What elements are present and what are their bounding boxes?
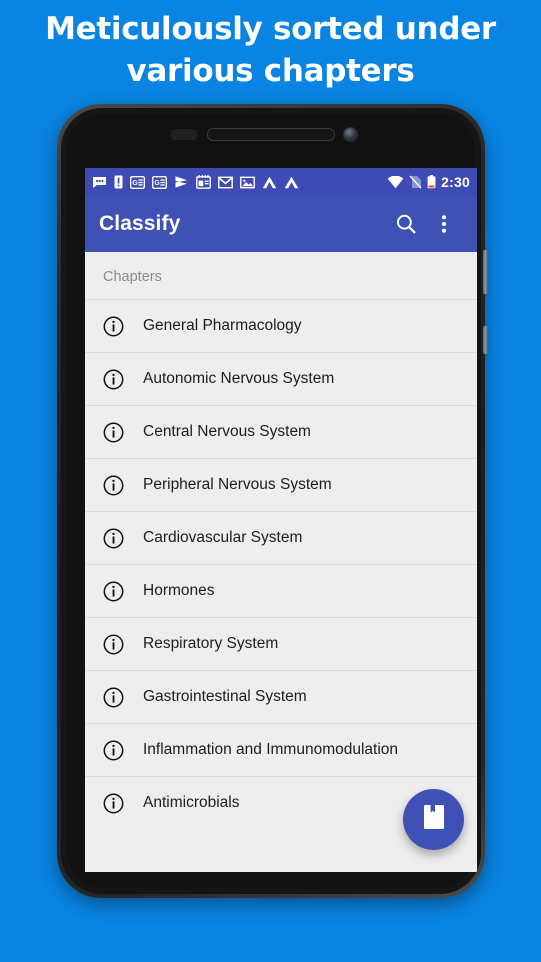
list-item[interactable]: Respiratory System [85,617,477,670]
chapter-list-container: Chapters General Pharmacology Autonomic … [85,252,477,872]
svg-text:G: G [132,180,138,187]
front-camera-icon [343,127,358,142]
info-icon [103,634,124,655]
chapter-list: General Pharmacology Autonomic Nervous S… [85,299,477,829]
list-item[interactable]: Central Nervous System [85,405,477,458]
promo-headline-line-2: various chapters [126,53,415,89]
volume-button[interactable] [483,326,488,354]
list-item-label: Autonomic Nervous System [143,370,335,387]
list-item-label: Antimicrobials [143,794,240,811]
info-icon [103,422,124,443]
bookmark-book-icon [423,804,445,835]
bookmark-fab-button[interactable] [403,789,464,850]
list-item-label: Central Nervous System [143,423,311,440]
news-icon-2: G [152,175,167,189]
list-item-label: Inflammation and Immunomodulation [143,741,399,758]
list-item[interactable]: Hormones [85,564,477,617]
drive-icon-2 [284,176,299,189]
proximity-sensor-icon [171,129,197,140]
list-item[interactable]: Gastrointestinal System [85,670,477,723]
no-sim-icon [409,175,422,189]
drive-icon [262,176,277,189]
phone-device-face: G G 2:30 Classify Chapters General Pharm… [67,114,477,888]
calendar-icon [196,175,211,189]
news-icon: G [130,175,145,189]
list-item-label: Respiratory System [143,635,279,652]
phone-screen: G G 2:30 Classify Chapters General Pharm… [85,168,477,872]
app-title: Classify [99,212,181,235]
list-item[interactable]: Cardiovascular System [85,511,477,564]
status-bar-system-icons: 2:30 [387,174,470,190]
status-bar-notification-icons: G G [92,175,387,189]
warning-icon [114,175,123,189]
promo-headline: Meticulously sorted under various chapte… [0,8,541,92]
list-item-label: Cardiovascular System [143,529,303,546]
search-icon[interactable] [387,205,425,243]
battery-icon [427,175,436,189]
status-bar: G G 2:30 [85,168,477,196]
photos-icon [240,176,255,189]
app-bar: Classify [85,196,477,252]
play-icon [174,175,189,189]
wifi-icon [387,175,404,189]
promo-headline-line-1: Meticulously sorted under [45,11,496,47]
list-item-label: Hormones [143,582,215,599]
overflow-menu-icon[interactable] [425,205,463,243]
section-header-chapters: Chapters [103,269,162,285]
message-icon [92,176,107,189]
list-item-label: Peripheral Nervous System [143,476,332,493]
list-item-label: Gastrointestinal System [143,688,307,705]
list-item[interactable]: Peripheral Nervous System [85,458,477,511]
info-icon [103,528,124,549]
svg-text:G: G [154,180,160,187]
list-item[interactable]: Inflammation and Immunomodulation [85,723,477,776]
phone-device-inner: G G 2:30 Classify Chapters General Pharm… [61,108,481,894]
gmail-icon [218,176,233,189]
earpiece-speaker-icon [207,128,335,141]
info-icon [103,740,124,761]
info-icon [103,316,124,337]
info-icon [103,581,124,602]
power-button[interactable] [483,250,488,294]
info-icon [103,475,124,496]
info-icon [103,687,124,708]
status-bar-clock: 2:30 [441,174,470,190]
info-icon [103,793,124,814]
phone-device-frame: G G 2:30 Classify Chapters General Pharm… [57,104,488,898]
list-item-label: General Pharmacology [143,317,302,334]
info-icon [103,369,124,390]
list-item[interactable]: Autonomic Nervous System [85,352,477,405]
list-item[interactable]: General Pharmacology [85,299,477,352]
